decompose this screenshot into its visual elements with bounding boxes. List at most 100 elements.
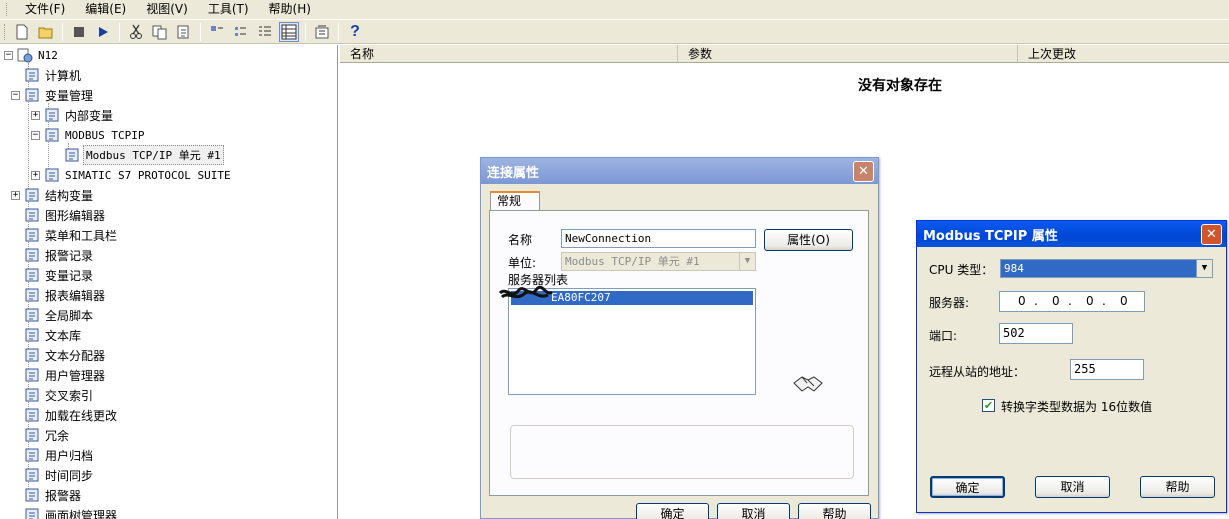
cancel-button[interactable]: 取消 — [1035, 476, 1110, 498]
computer-icon — [24, 67, 40, 83]
redundancy-icon — [24, 427, 40, 443]
tree-item[interactable]: 文本分配器 — [24, 345, 107, 365]
expand-icon[interactable]: + — [31, 110, 40, 120]
ok-button[interactable]: 确定 — [930, 476, 1005, 498]
toolbar-separator — [119, 22, 120, 41]
tree-item-label: 计算机 — [45, 68, 82, 83]
toolbar-separator — [305, 22, 306, 41]
tree-item[interactable]: 用户归档 — [24, 445, 95, 465]
tree-item[interactable]: 报表编辑器 — [24, 285, 107, 305]
tree-item-label: Modbus TCP/IP 单元 #1 — [83, 145, 224, 165]
menu-tools[interactable]: 工具(T) — [198, 1, 259, 18]
tree-item[interactable]: 加载在线更改 — [24, 405, 119, 425]
tree-item-label: 结构变量 — [45, 188, 94, 203]
tree-item[interactable]: 用户管理器 — [24, 365, 107, 385]
copy-icon[interactable] — [150, 22, 170, 42]
menu-view[interactable]: 视图(V) — [136, 1, 198, 18]
expand-icon[interactable]: + — [31, 170, 40, 180]
ok-button[interactable]: 确定 — [636, 503, 709, 519]
tree-item-label: 图形编辑器 — [45, 208, 106, 223]
tree-item[interactable]: 报警记录 — [24, 245, 95, 265]
properties-button[interactable]: 属性(O) — [764, 229, 853, 251]
connection-name-input[interactable]: NewConnection — [561, 229, 756, 248]
new-icon[interactable] — [12, 22, 32, 42]
close-icon[interactable]: ✕ — [853, 161, 874, 182]
tree-item[interactable]: 变量记录 — [24, 265, 95, 285]
tree-root[interactable]: − N12 — [4, 45, 60, 65]
cut-icon[interactable] — [126, 22, 146, 42]
tree-item[interactable]: 交叉索引 — [24, 385, 95, 405]
tree-item[interactable]: 画面树管理器 — [24, 505, 119, 519]
ip-dot: . — [1068, 294, 1072, 308]
menu-edit[interactable]: 编辑(E) — [75, 1, 136, 18]
open-icon[interactable] — [36, 22, 56, 42]
driver-icon — [44, 127, 60, 143]
help-icon[interactable]: ? — [345, 22, 365, 42]
tree-item[interactable]: Modbus TCP/IP 单元 #1 — [64, 145, 224, 165]
redaction-scribble — [498, 285, 553, 299]
ip-octet[interactable]: 0 — [1052, 292, 1060, 311]
server-ip-input[interactable]: 0 . 0 . 0 . 0 — [999, 291, 1145, 312]
collapse-icon[interactable]: − — [11, 90, 20, 100]
small-icons-icon[interactable] — [231, 22, 251, 42]
dropdown-arrow-icon[interactable]: ▼ — [1196, 260, 1212, 277]
tree-item[interactable]: − MODBUS TCPIP — [31, 125, 146, 145]
menu-file[interactable]: 文件(F) — [15, 1, 75, 18]
collapse-icon[interactable]: − — [31, 130, 40, 140]
alarm-logging-icon — [24, 247, 40, 263]
cpu-type-select[interactable]: 984 ▼ — [1000, 259, 1213, 278]
list-view-icon[interactable] — [255, 22, 275, 42]
tree-item[interactable]: 图形编辑器 — [24, 205, 107, 225]
column-name[interactable]: 名称 — [340, 45, 678, 63]
cross-reference-icon — [24, 387, 40, 403]
tree-item[interactable]: 全局脚本 — [24, 305, 95, 325]
paste-icon[interactable] — [174, 22, 194, 42]
tree-item[interactable]: + 结构变量 — [11, 185, 95, 205]
tree-item[interactable]: 冗余 — [24, 425, 71, 445]
tree-item[interactable]: − 变量管理 — [11, 85, 95, 105]
tab-general[interactable]: 常规 — [490, 191, 540, 211]
convert-checkbox[interactable]: ✔ — [982, 399, 995, 412]
ip-octet[interactable]: 0 — [1086, 292, 1094, 311]
details-view-icon[interactable] — [279, 21, 299, 42]
tree-item[interactable]: 菜单和工具栏 — [24, 225, 119, 245]
tree-item-label: MODBUS TCPIP — [65, 128, 145, 142]
help-button[interactable]: 帮助 — [798, 503, 871, 519]
connection-dialog-titlebar[interactable]: 连接属性 — [481, 158, 878, 184]
unit-select-value: Modbus TCP/IP 单元 #1 — [565, 255, 700, 268]
report-designer-icon — [24, 287, 40, 303]
tree-item-label: 冗余 — [45, 428, 70, 443]
cancel-button[interactable]: 取消 — [717, 503, 790, 519]
collapse-icon[interactable]: − — [4, 50, 13, 60]
run-icon[interactable] — [93, 22, 113, 42]
server-label: 服务器: — [929, 296, 970, 310]
handshake-icon — [792, 369, 826, 400]
convert-label: 转换字类型数据为 16位数值 — [1001, 400, 1153, 414]
properties-icon[interactable] — [312, 22, 332, 42]
modbus-dialog-titlebar[interactable]: Modbus TCPIP 属性 — [917, 221, 1226, 247]
close-icon[interactable]: ✕ — [1201, 224, 1222, 245]
tree-item[interactable]: 时间同步 — [24, 465, 95, 485]
large-icons-icon[interactable] — [207, 22, 227, 42]
tree-item[interactable]: + 内部变量 — [31, 105, 115, 125]
tree-item[interactable]: 计算机 — [24, 65, 83, 85]
name-label: 名称 — [508, 233, 533, 247]
ip-octet[interactable]: 0 — [1018, 292, 1026, 311]
tree-item-label: 报警器 — [45, 488, 82, 503]
port-input[interactable]: 502 — [999, 323, 1073, 344]
cpu-type-label: CPU 类型： — [929, 263, 994, 277]
help-button[interactable]: 帮助 — [1140, 476, 1215, 498]
column-last-change[interactable]: 上次更改 — [1018, 45, 1229, 63]
tree-item[interactable]: + SIMATIC S7 PROTOCOL SUITE — [31, 165, 233, 185]
dropdown-arrow-icon: ▼ — [739, 253, 755, 270]
column-parameters[interactable]: 参数 — [678, 45, 1018, 63]
menu-help[interactable]: 帮助(H) — [259, 1, 321, 18]
ip-octet[interactable]: 0 — [1120, 292, 1128, 311]
tree-item[interactable]: 报警器 — [24, 485, 83, 505]
stop-icon[interactable] — [69, 22, 89, 42]
slave-address-input[interactable]: 255 — [1070, 359, 1144, 380]
tree-item[interactable]: 文本库 — [24, 325, 83, 345]
tree-item-label: 报警记录 — [45, 248, 94, 263]
tree-item-label: 文本分配器 — [45, 348, 106, 363]
expand-icon[interactable]: + — [11, 190, 20, 200]
